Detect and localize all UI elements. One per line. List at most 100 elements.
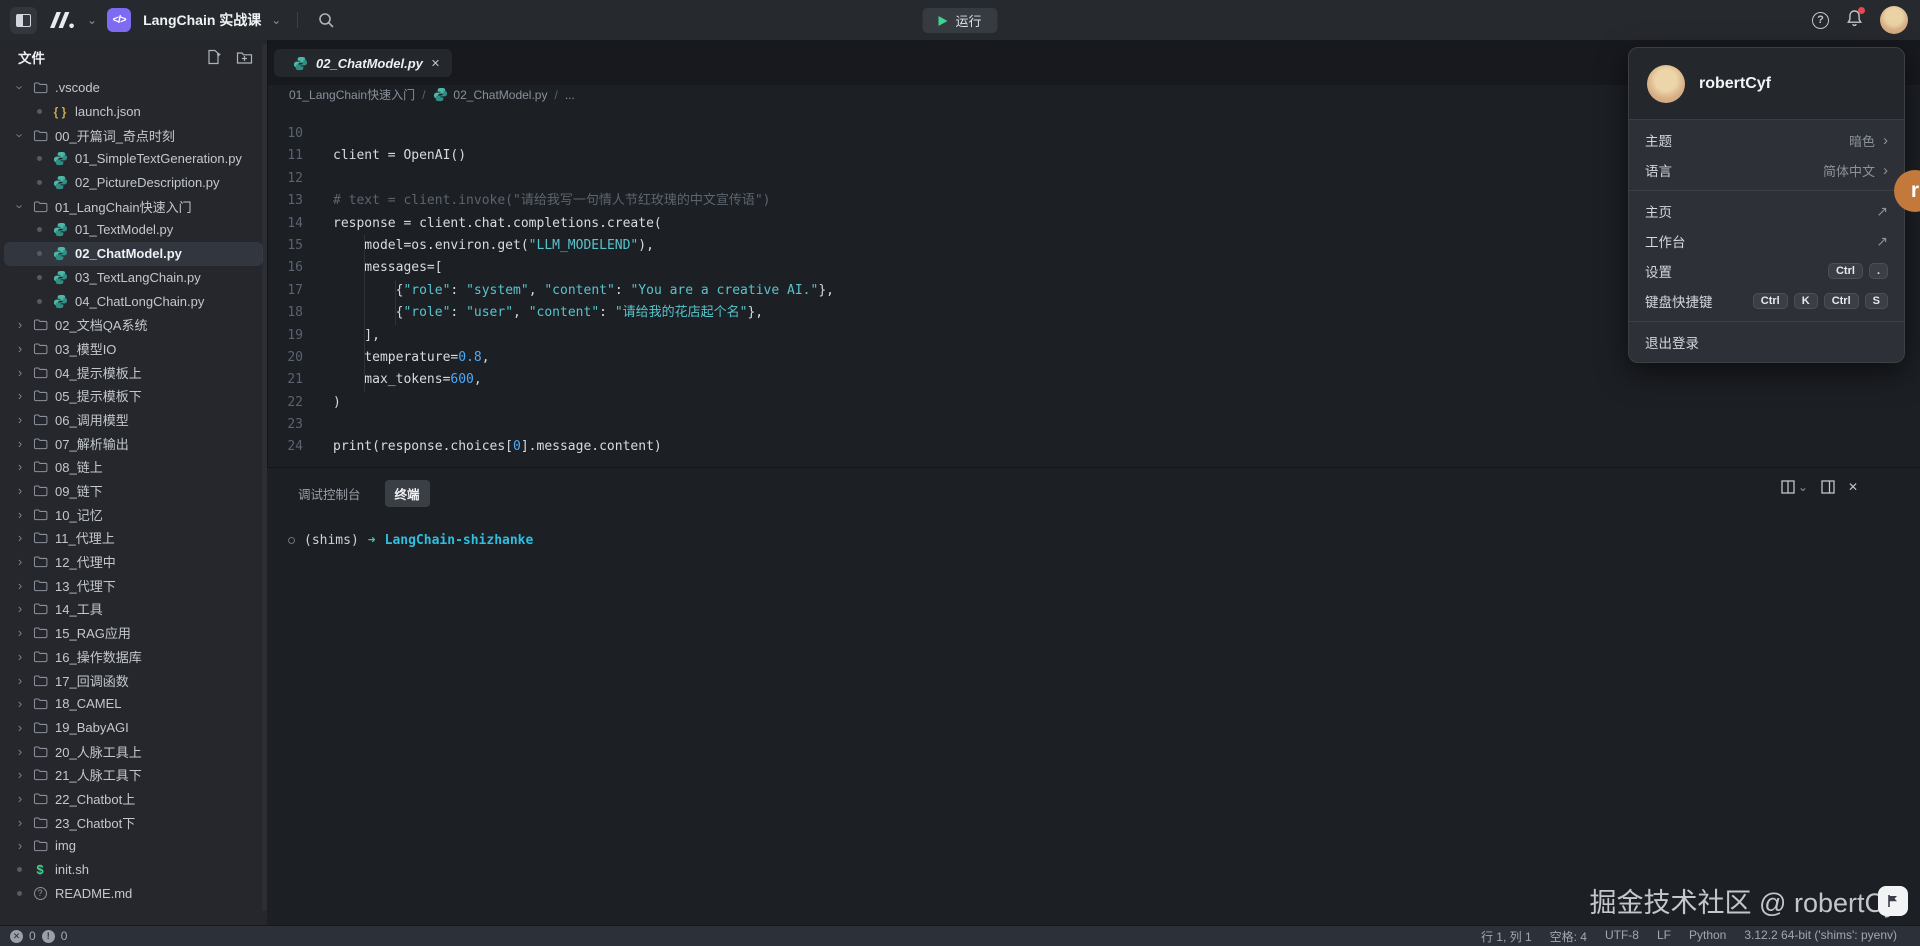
tree-folder-17_回调函数[interactable]: ›17_回调函数 <box>4 668 263 692</box>
tree-folder-02_文档QA系统[interactable]: ›02_文档QA系统 <box>4 313 263 337</box>
juejin-flag-button[interactable] <box>1878 886 1908 916</box>
help-icon[interactable]: ? <box>1812 12 1829 29</box>
code-text: temperature=0.8, <box>303 347 490 369</box>
errors-icon[interactable]: ✕ <box>10 930 23 943</box>
breadcrumb-item-3[interactable]: ... <box>565 88 575 102</box>
tree-folder-14_工具[interactable]: ›14_工具 <box>4 597 263 621</box>
tree-file-02_ChatModel.py[interactable]: 02_ChatModel.py <box>4 242 263 266</box>
status-item-5[interactable]: Python <box>1689 928 1726 945</box>
tree-folder-12_代理中[interactable]: ›12_代理中 <box>4 550 263 574</box>
tree-folder-18_CAMEL[interactable]: ›18_CAMEL <box>4 692 263 716</box>
layout-toggle-icon <box>16 14 31 27</box>
folder-icon <box>32 437 48 450</box>
chevron-down-icon[interactable]: ⌄ <box>87 13 97 27</box>
tree-file-04_ChatLongChain.py[interactable]: 04_ChatLongChain.py <box>4 289 263 313</box>
tree-folder-00_开篇词_奇点时刻[interactable]: ›00_开篇词_奇点时刻 <box>4 123 263 147</box>
menu-item-主题[interactable]: 主题暗色› <box>1629 125 1904 155</box>
logo-m-icon[interactable] <box>47 10 77 30</box>
folder-icon <box>32 650 48 663</box>
tree-folder-11_代理上[interactable]: ›11_代理上 <box>4 526 263 550</box>
tree-folder-06_调用模型[interactable]: ›06_调用模型 <box>4 408 263 432</box>
new-folder-icon[interactable] <box>236 50 253 65</box>
chevron-down-icon[interactable]: ⌄ <box>271 13 281 27</box>
tree-folder-05_提示模板下[interactable]: ›05_提示模板下 <box>4 384 263 408</box>
maximize-panel-button[interactable] <box>1821 480 1835 494</box>
menu-item-主页[interactable]: 主页↗ <box>1629 196 1904 226</box>
errors-count[interactable]: 0 <box>29 929 36 943</box>
warnings-count[interactable]: 0 <box>61 929 68 943</box>
tree-file-init.sh[interactable]: $init.sh <box>4 858 263 882</box>
panel-tab-终端[interactable]: 终端 <box>385 480 430 507</box>
breadcrumb-item-1[interactable]: 01_LangChain快速入门 <box>289 86 415 103</box>
tree-file-README.md[interactable]: ?README.md <box>4 881 263 905</box>
close-panel-icon[interactable]: ✕ <box>1848 480 1858 494</box>
tree-folder-07_解析输出[interactable]: ›07_解析输出 <box>4 431 263 455</box>
line-number: 20 <box>267 347 303 369</box>
tree-folder-13_代理下[interactable]: ›13_代理下 <box>4 573 263 597</box>
split-terminal-button[interactable]: ⌄ <box>1781 480 1808 494</box>
menu-item-设置[interactable]: 设置Ctrl. <box>1629 256 1904 286</box>
chevron-collapsed-icon: › <box>14 815 26 830</box>
tree-folder-09_链下[interactable]: ›09_链下 <box>4 479 263 503</box>
menu-item-退出登录[interactable]: 退出登录 <box>1629 327 1904 357</box>
search-icon[interactable] <box>318 12 335 29</box>
avatar <box>1647 65 1685 103</box>
warnings-icon[interactable]: ! <box>42 930 55 943</box>
status-item-4[interactable]: LF <box>1657 928 1671 945</box>
file-tree: ›.vscode{ }launch.json›00_开篇词_奇点时刻01_Sim… <box>0 74 267 905</box>
folder-icon <box>32 531 48 544</box>
tree-folder-10_记忆[interactable]: ›10_记忆 <box>4 502 263 526</box>
code-text: client = OpenAI() <box>303 145 466 167</box>
tree-folder-.vscode[interactable]: ›.vscode <box>4 76 263 100</box>
breadcrumb-item-2[interactable]: 02_ChatModel.py <box>432 87 547 102</box>
chevron-collapsed-icon: › <box>14 767 26 782</box>
line-number: 19 <box>267 325 303 347</box>
git-dot-icon <box>17 891 22 896</box>
tree-folder-23_Chatbot下[interactable]: ›23_Chatbot下 <box>4 810 263 834</box>
terminal-arrow-icon: ➜ <box>368 533 376 548</box>
code-text <box>303 123 333 145</box>
tree-folder-08_链上[interactable]: ›08_链上 <box>4 455 263 479</box>
tree-folder-01_LangChain快速入门[interactable]: ›01_LangChain快速入门 <box>4 194 263 218</box>
terminal[interactable]: (shims) ➜ LangChain-shizhanke <box>267 507 1920 548</box>
status-item-1[interactable]: 行 1, 列 1 <box>1481 928 1532 945</box>
tree-file-03_TextLangChain.py[interactable]: 03_TextLangChain.py <box>4 266 263 290</box>
tree-item-label: 21_人脉工具下 <box>55 765 142 784</box>
status-item-3[interactable]: UTF-8 <box>1605 928 1639 945</box>
close-tab-icon[interactable]: ✕ <box>431 57 440 70</box>
tree-folder-04_提示模板上[interactable]: ›04_提示模板上 <box>4 360 263 384</box>
new-file-icon[interactable] <box>206 49 222 65</box>
tree-folder-03_模型IO[interactable]: ›03_模型IO <box>4 337 263 361</box>
tree-folder-15_RAG应用[interactable]: ›15_RAG应用 <box>4 621 263 645</box>
tree-folder-22_Chatbot上[interactable]: ›22_Chatbot上 <box>4 787 263 811</box>
tree-file-02_PictureDescription.py[interactable]: 02_PictureDescription.py <box>4 171 263 195</box>
breadcrumb-label: 01_LangChain快速入门 <box>289 86 415 103</box>
avatar[interactable] <box>1880 6 1908 34</box>
status-item-2[interactable]: 空格: 4 <box>1550 928 1587 945</box>
code-line-23: 23 <box>267 414 1920 436</box>
tree-item-label: 07_解析输出 <box>55 434 129 453</box>
tree-file-launch.json[interactable]: { }launch.json <box>4 100 263 124</box>
tree-item-label: 18_CAMEL <box>55 696 121 711</box>
panel-tab-调试控制台[interactable]: 调试控制台 <box>288 480 371 507</box>
notifications-button[interactable] <box>1846 9 1863 32</box>
kbd-key: K <box>1794 293 1818 309</box>
tab-02-chatmodel[interactable]: 02_ChatModel.py ✕ <box>274 49 452 77</box>
menu-item-键盘快捷键[interactable]: 键盘快捷键CtrlKCtrlS <box>1629 286 1904 316</box>
menu-item-语言[interactable]: 语言简体中文› <box>1629 155 1904 185</box>
tree-folder-19_BabyAGI[interactable]: ›19_BabyAGI <box>4 716 263 740</box>
toggle-sidebar-button[interactable] <box>10 7 37 34</box>
line-number: 14 <box>267 213 303 235</box>
line-number: 11 <box>267 145 303 167</box>
tree-folder-16_操作数据库[interactable]: ›16_操作数据库 <box>4 645 263 669</box>
tree-folder-21_人脉工具下[interactable]: › 21_人脉工具下 <box>4 763 263 787</box>
tree-file-01_SimpleTextGeneration.py[interactable]: 01_SimpleTextGeneration.py <box>4 147 263 171</box>
tree-folder-img[interactable]: ›img <box>4 834 263 858</box>
menu-item-工作台[interactable]: 工作台↗ <box>1629 226 1904 256</box>
chevron-collapsed-icon: › <box>14 530 26 545</box>
tree-folder-20_人脉工具上[interactable]: ›20_人脉工具上 <box>4 739 263 763</box>
tree-file-01_TextModel.py[interactable]: 01_TextModel.py <box>4 218 263 242</box>
status-item-6[interactable]: 3.12.2 64-bit ('shims': pyenv) <box>1744 928 1897 945</box>
menu-item-label: 主题 <box>1645 130 1849 150</box>
run-button[interactable]: 运行 <box>922 8 997 33</box>
